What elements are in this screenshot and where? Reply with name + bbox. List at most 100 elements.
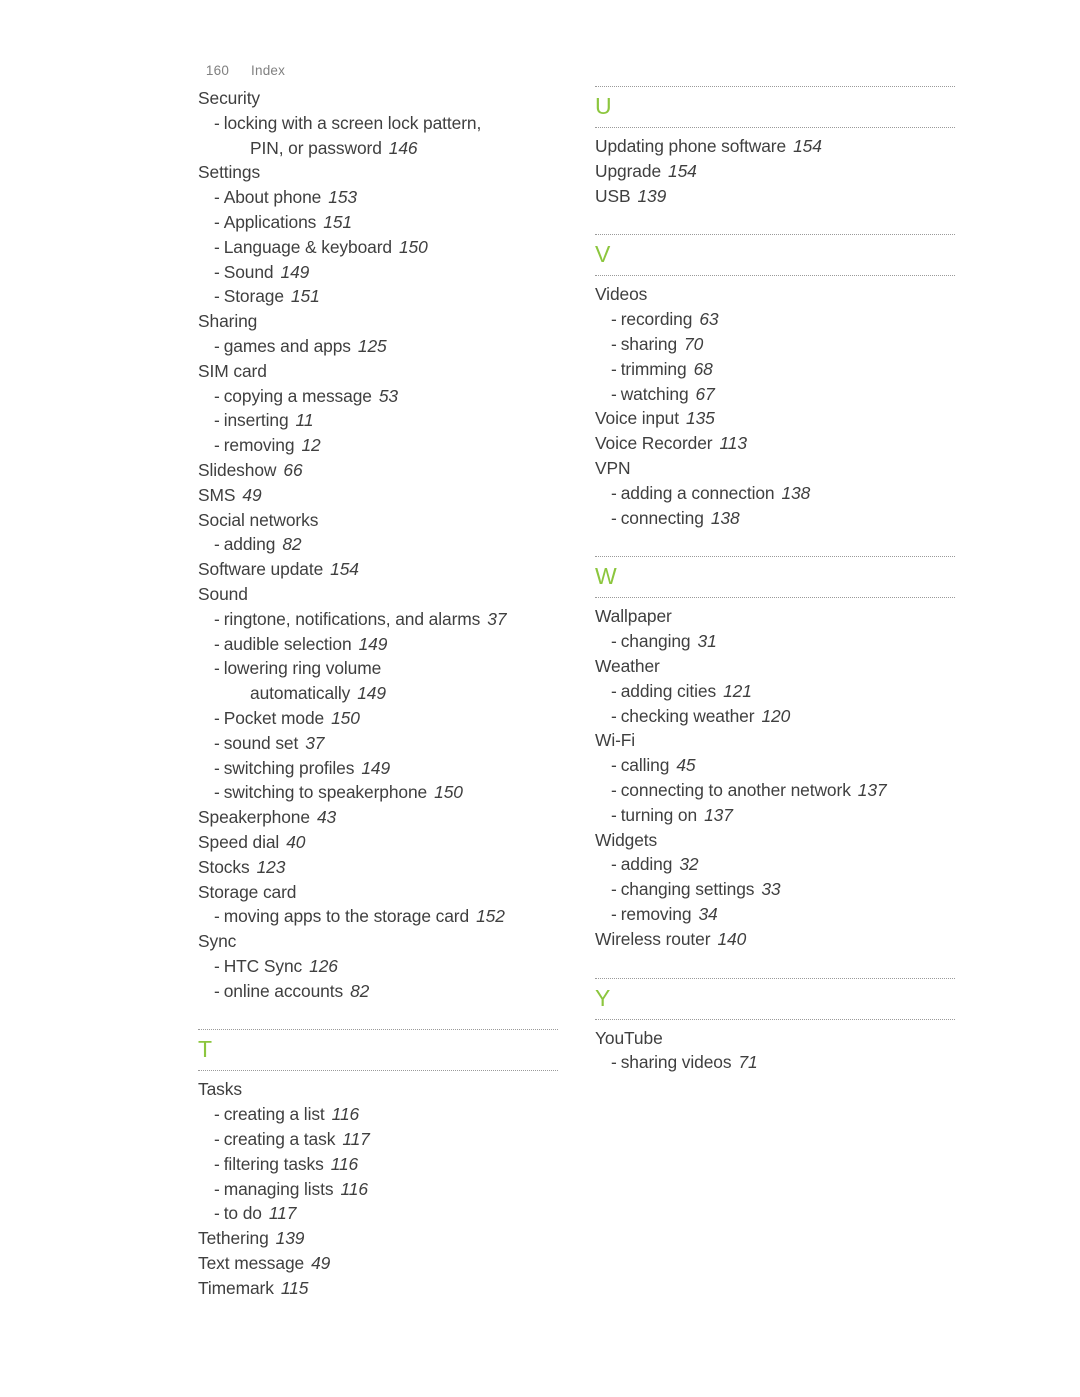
index-entry[interactable]: Text message 49 [198, 1251, 558, 1276]
index-entry[interactable]: Security [198, 86, 558, 111]
index-subentry[interactable]: - changing settings 33 [595, 877, 955, 902]
index-subentry[interactable]: - to do 117 [198, 1201, 558, 1226]
index-subentry[interactable]: - adding 82 [198, 532, 558, 557]
entry-dash: - [611, 1052, 617, 1073]
index-subentry[interactable]: - watching 67 [595, 382, 955, 407]
index-subentry[interactable]: - calling 45 [595, 753, 955, 778]
index-entry[interactable]: Sharing [198, 309, 558, 334]
index-subentry[interactable]: - connecting to another network 137 [595, 778, 955, 803]
index-entry[interactable]: Videos [595, 282, 955, 307]
index-subentry[interactable]: - filtering tasks 116 [198, 1152, 558, 1177]
entry-page-number: 139 [275, 1228, 305, 1249]
index-subentry[interactable]: - recording 63 [595, 307, 955, 332]
index-entry-continuation[interactable]: automatically 149 [198, 681, 558, 706]
index-subentry[interactable]: - sharing videos 71 [595, 1050, 955, 1075]
index-entry[interactable]: Upgrade 154 [595, 159, 955, 184]
index-entry[interactable]: YouTube [595, 1026, 955, 1051]
index-subentry[interactable]: - copying a message 53 [198, 384, 558, 409]
index-subentry[interactable]: - switching to speakerphone 150 [198, 780, 558, 805]
entry-page-number: 150 [434, 782, 463, 803]
index-subentry[interactable]: - HTC Sync 126 [198, 954, 558, 979]
index-subentry[interactable]: - Storage 151 [198, 284, 558, 309]
index-subentry[interactable]: - managing lists 116 [198, 1177, 558, 1202]
index-subentry[interactable]: - Pocket mode 150 [198, 706, 558, 731]
entry-page-number: 68 [693, 358, 713, 379]
index-subentry[interactable]: - turning on 137 [595, 803, 955, 828]
index-subentry[interactable]: - locking with a screen lock pattern, [198, 111, 558, 136]
index-subentry[interactable]: - sound set 37 [198, 731, 558, 756]
index-subentry[interactable]: - ringtone, notifications, and alarms 37 [198, 607, 558, 632]
index-subentry[interactable]: - sharing 70 [595, 332, 955, 357]
index-entry[interactable]: Storage card [198, 880, 558, 905]
index-entry[interactable]: Sound [198, 582, 558, 607]
index-subentry[interactable]: - Applications 151 [198, 210, 558, 235]
index-subentry[interactable]: - Sound 149 [198, 260, 558, 285]
index-subentry[interactable]: - adding 32 [595, 852, 955, 877]
index-entry[interactable]: Weather [595, 654, 955, 679]
index-entry[interactable]: VPN [595, 456, 955, 481]
index-subentry[interactable]: - creating a list 116 [198, 1102, 558, 1127]
index-subentry[interactable]: - About phone 153 [198, 185, 558, 210]
entry-page-number: 82 [350, 980, 370, 1001]
entry-dash: - [214, 410, 220, 431]
index-entry[interactable]: Tasks [198, 1077, 558, 1102]
index-subentry[interactable]: - removing 12 [198, 433, 558, 458]
index-subentry[interactable]: - switching profiles 149 [198, 756, 558, 781]
entry-page-number: 40 [286, 831, 306, 852]
entry-label: Pocket mode [223, 707, 325, 728]
index-entry[interactable]: Tethering 139 [198, 1226, 558, 1251]
entry-dash: - [214, 261, 220, 282]
index-entry[interactable]: Settings [198, 160, 558, 185]
index-entry[interactable]: Wireless router 140 [595, 927, 955, 952]
entry-label: moving apps to the storage card [223, 906, 470, 927]
entry-label: PIN, or password [250, 137, 382, 158]
section-letter-heading: T [198, 1029, 558, 1072]
entry-dash: - [214, 633, 220, 654]
index-subentry[interactable]: - changing 31 [595, 629, 955, 654]
index-subentry[interactable]: - online accounts 82 [198, 979, 558, 1004]
index-entry[interactable]: Speakerphone 43 [198, 805, 558, 830]
index-entry[interactable]: Updating phone software 154 [595, 134, 955, 159]
index-entry[interactable]: Voice Recorder 113 [595, 431, 955, 456]
entry-label: Language & keyboard [223, 236, 392, 257]
index-entry[interactable]: Sync [198, 929, 558, 954]
entry-dash: - [611, 358, 617, 379]
index-entry[interactable]: SIM card [198, 359, 558, 384]
left-column: Security - locking with a screen lock patt… [198, 86, 558, 1301]
entry-dash: - [611, 854, 617, 875]
entry-page-number: 123 [256, 856, 286, 877]
index-subentry[interactable]: - moving apps to the storage card 152 [198, 904, 558, 929]
index-entry[interactable]: Wallpaper [595, 604, 955, 629]
index-subentry[interactable]: - games and apps 125 [198, 334, 558, 359]
index-entry[interactable]: USB 139 [595, 184, 955, 209]
index-entry[interactable]: Speed dial 40 [198, 830, 558, 855]
index-subentry[interactable]: - checking weather 120 [595, 704, 955, 729]
index-subentry[interactable]: - adding cities 121 [595, 679, 955, 704]
index-entry[interactable]: Slideshow 66 [198, 458, 558, 483]
index-subentry[interactable]: - lowering ring volume [198, 656, 558, 681]
index-entry[interactable]: Wi-Fi [595, 728, 955, 753]
index-subentry[interactable]: - inserting 11 [198, 408, 558, 433]
index-entry[interactable]: Stocks 123 [198, 855, 558, 880]
entry-page-number: 150 [331, 707, 360, 728]
index-subentry[interactable]: - trimming 68 [595, 357, 955, 382]
entry-label: creating a task [223, 1129, 336, 1150]
index-subentry[interactable]: - connecting 138 [595, 506, 955, 531]
entry-label: turning on [620, 804, 698, 825]
index-subentry[interactable]: - removing 34 [595, 902, 955, 927]
entry-page-number: 31 [697, 631, 717, 652]
entry-dash: - [611, 482, 617, 503]
index-subentry[interactable]: - creating a task 117 [198, 1127, 558, 1152]
entry-label: changing settings [620, 879, 755, 900]
index-entry[interactable]: Widgets [595, 828, 955, 853]
index-entry[interactable]: Software update 154 [198, 557, 558, 582]
index-entry[interactable]: SMS 49 [198, 483, 558, 508]
index-entry[interactable]: Voice input 135 [595, 406, 955, 431]
index-entry[interactable]: Social networks [198, 508, 558, 533]
entry-page-number: 121 [723, 680, 752, 701]
index-subentry[interactable]: - adding a connection 138 [595, 481, 955, 506]
index-entry[interactable]: Timemark 115 [198, 1276, 558, 1301]
index-subentry[interactable]: - audible selection 149 [198, 632, 558, 657]
index-subentry[interactable]: - Language & keyboard 150 [198, 235, 558, 260]
index-entry-continuation[interactable]: PIN, or password 146 [198, 136, 558, 161]
